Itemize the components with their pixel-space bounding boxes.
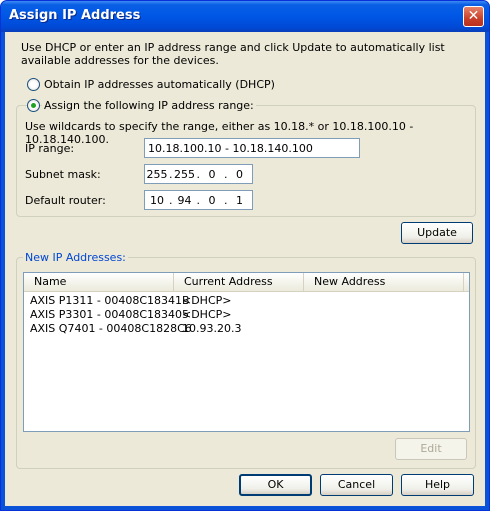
intro-text: Use DHCP or enter an IP address range an… xyxy=(21,41,445,67)
range-label[interactable]: Assign the following IP address range: xyxy=(42,99,256,112)
window-title: Assign IP Address xyxy=(9,8,141,23)
row-name: AXIS P1311 - 00408C18341B xyxy=(30,294,190,307)
range-radio[interactable] xyxy=(27,99,40,112)
dialog-client: Use DHCP or enter an IP address range an… xyxy=(5,32,485,506)
dialog-window: Assign IP Address ✕ Use DHCP or enter an… xyxy=(0,0,490,511)
subnet-octet-3: 0 xyxy=(208,167,216,181)
update-button[interactable]: Update xyxy=(401,222,473,244)
row-current-address: 10.93.20.3 xyxy=(182,322,242,335)
router-octet-1: 10 xyxy=(150,193,164,207)
subnet-octet-4: 0 xyxy=(236,167,243,181)
row-name: AXIS Q7401 - 00408C1828C6 xyxy=(30,322,192,335)
row-current-address: <DHCP> xyxy=(182,308,232,321)
row-name: AXIS P3301 - 00408C183405 xyxy=(30,308,190,321)
edit-button[interactable]: Edit xyxy=(395,438,467,460)
close-button[interactable]: ✕ xyxy=(463,6,484,27)
default-router-label: Default router: xyxy=(25,194,106,207)
ok-button[interactable]: OK xyxy=(239,474,312,496)
dhcp-radio[interactable] xyxy=(27,78,40,91)
subnet-mask-label: Subnet mask: xyxy=(25,168,101,181)
column-current-address[interactable]: Current Address xyxy=(174,273,304,291)
ip-range-input[interactable]: 10.18.100.10 - 10.18.140.100 xyxy=(144,138,360,158)
new-ip-label: New IP Addresses: xyxy=(23,251,128,264)
subnet-octet-2: 255 xyxy=(174,167,195,181)
title-bar[interactable]: Assign IP Address ✕ xyxy=(1,1,489,32)
dhcp-label[interactable]: Obtain IP addresses automatically (DHCP) xyxy=(44,78,275,91)
close-icon: ✕ xyxy=(467,8,480,24)
column-new-address[interactable]: New Address xyxy=(304,273,464,291)
help-button[interactable]: Help xyxy=(401,474,474,496)
cancel-button[interactable]: Cancel xyxy=(320,474,393,496)
subnet-octet-1: 255 xyxy=(146,167,168,181)
router-octet-2: 94 xyxy=(177,193,192,207)
router-octet-3: 0 xyxy=(208,193,216,207)
subnet-mask-input[interactable]: 255. 255. 0. 0 xyxy=(144,164,253,184)
new-ip-list[interactable]: Name Current Address New Address AXIS P1… xyxy=(23,272,470,432)
list-header: Name Current Address New Address xyxy=(24,273,469,292)
router-octet-4: 1 xyxy=(236,193,243,207)
ip-range-label: IP range: xyxy=(25,142,75,155)
column-name[interactable]: Name xyxy=(24,273,174,291)
default-router-input[interactable]: 10. 94. 0. 1 xyxy=(144,190,253,210)
row-current-address: <DHCP> xyxy=(182,294,232,307)
